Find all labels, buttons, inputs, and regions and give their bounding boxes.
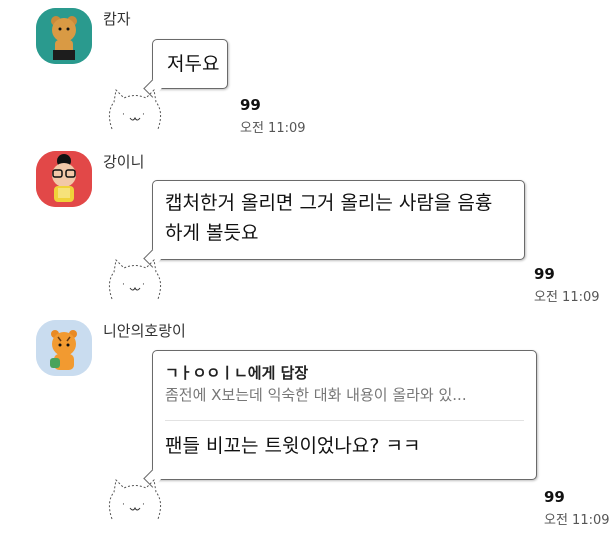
read-count: 99 — [534, 265, 555, 283]
svg-text:·: · — [142, 280, 145, 290]
message-time: 오전 11:09 — [240, 121, 306, 136]
tiger-avatar-icon — [36, 320, 92, 376]
svg-text:·: · — [122, 500, 125, 510]
cat-doodle-icon: · · — [108, 478, 162, 520]
message-text: 저두요 — [167, 53, 220, 75]
svg-text:·: · — [122, 280, 125, 290]
cat-doodle-icon: · · — [108, 258, 162, 300]
svg-text:·: · — [142, 110, 145, 120]
message-bubble[interactable]: 저두요 — [152, 39, 228, 89]
reply-preview-text[interactable]: 좀전에 X보는데 익숙한 대화 내용이 올라와 있... — [165, 384, 524, 406]
reply-divider — [165, 420, 524, 421]
message-bubble[interactable]: 캡처한거 올리면 그거 올리는 사람을 음흉 하게 볼듯요 — [152, 180, 525, 260]
message-time: 오전 11:09 — [544, 513, 610, 528]
ryan-bear-avatar-icon — [36, 8, 92, 64]
sender-avatar[interactable] — [36, 320, 92, 376]
sender-name: 강이니 — [103, 153, 145, 171]
apeach-avatar-icon — [36, 151, 92, 207]
sender-name: 니안의호랑이 — [103, 322, 186, 340]
sender-avatar[interactable] — [36, 151, 92, 207]
reply-bubble[interactable]: ㄱㅏㅇㅇㅣㄴ에게 답장 좀전에 X보는데 익숙한 대화 내용이 올라와 있...… — [152, 350, 537, 480]
read-count: 99 — [240, 96, 261, 114]
message-text-line1: 캡처한거 올리면 그거 올리는 사람을 음흉 — [165, 192, 493, 214]
svg-text:·: · — [142, 500, 145, 510]
message-time: 오전 11:09 — [534, 290, 600, 305]
sender-avatar[interactable] — [36, 8, 92, 64]
reply-to-label: ㄱㅏㅇㅇㅣㄴ에게 답장 — [165, 364, 309, 382]
message-text: 팬들 비꼬는 트윗이었나요? ㅋㅋ — [165, 435, 421, 457]
read-count: 99 — [544, 488, 565, 506]
message-text-line2: 하게 볼듯요 — [165, 222, 259, 244]
cat-doodle-icon: · · — [108, 88, 162, 130]
sender-name: 캄자 — [103, 10, 131, 28]
svg-text:·: · — [122, 110, 125, 120]
